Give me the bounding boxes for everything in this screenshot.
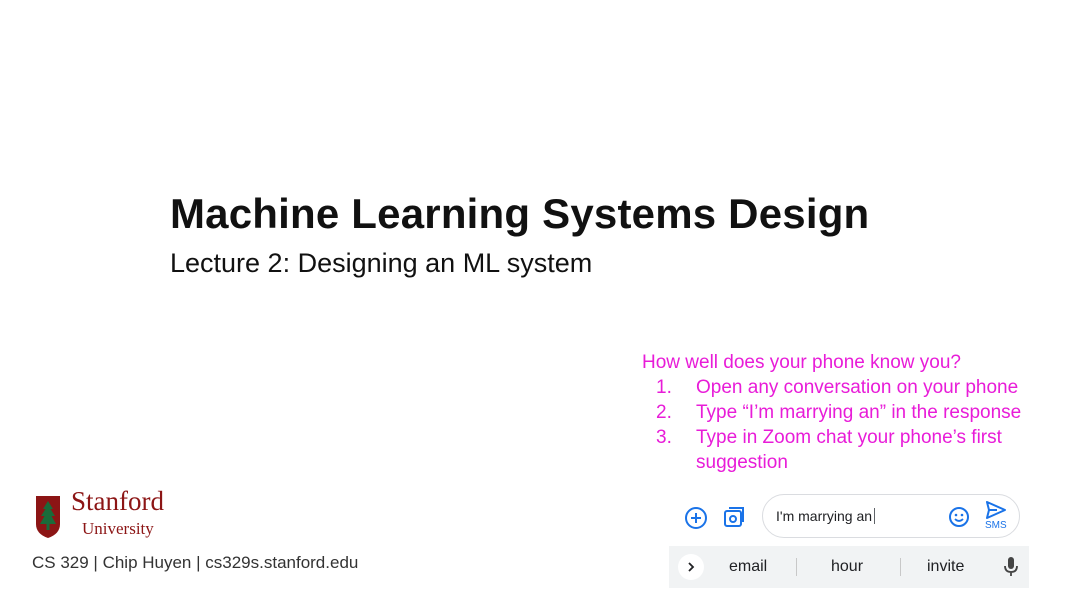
university-wordmark: University: [82, 519, 154, 538]
page-subtitle: Lecture 2: Designing an ML system: [170, 248, 593, 278]
page-title: Machine Learning Systems Design: [170, 190, 870, 237]
message-input-text: I'm marrying an: [776, 508, 876, 524]
emoji-icon[interactable]: [948, 506, 970, 528]
instruction-step: 3. Type in Zoom chat your phone’s first …: [642, 425, 1072, 475]
footer-text: CS 329 | Chip Huyen | cs329s.stanford.ed…: [32, 553, 359, 572]
step-number: 2.: [656, 402, 672, 423]
send-button[interactable]: SMS: [981, 500, 1011, 534]
step-text: Type in Zoom chat your phone’s first sug…: [696, 427, 1002, 473]
suggestion-divider: [900, 558, 901, 576]
suggestion-bar: email hour invite: [669, 546, 1029, 588]
send-icon: [986, 501, 1006, 519]
message-input[interactable]: I'm marrying an SMS: [762, 494, 1020, 538]
stanford-tree-icon: [36, 496, 60, 538]
phone-compose-bar: I'm marrying an SMS: [680, 493, 1025, 541]
instruction-step: 1. Open any conversation on your phone: [642, 375, 1072, 400]
instruction-step: 2. Type “I’m marrying an” in the respons…: [642, 400, 1072, 425]
chevron-right-icon[interactable]: [678, 554, 704, 580]
gallery-icon[interactable]: [721, 505, 747, 531]
suggestion-item[interactable]: invite: [927, 558, 964, 576]
stanford-wordmark: Stanford: [71, 486, 164, 516]
suggestion-item[interactable]: hour: [831, 558, 863, 576]
suggestion-item[interactable]: email: [729, 558, 767, 576]
step-text: Open any conversation on your phone: [696, 377, 1019, 398]
add-circle-icon[interactable]: [683, 505, 709, 531]
instructions-heading: How well does your phone know you?: [642, 352, 961, 373]
instructions-box: How well does your phone know you? 1. Op…: [642, 350, 1072, 475]
send-sms-label: SMS: [985, 520, 1007, 531]
step-number: 3.: [656, 427, 672, 448]
instructions-list: 1. Open any conversation on your phone 2…: [642, 375, 1072, 475]
microphone-icon[interactable]: [1003, 556, 1019, 583]
step-text: Type “I’m marrying an” in the response: [696, 402, 1022, 423]
suggestion-divider: [796, 558, 797, 576]
step-number: 1.: [656, 377, 672, 398]
